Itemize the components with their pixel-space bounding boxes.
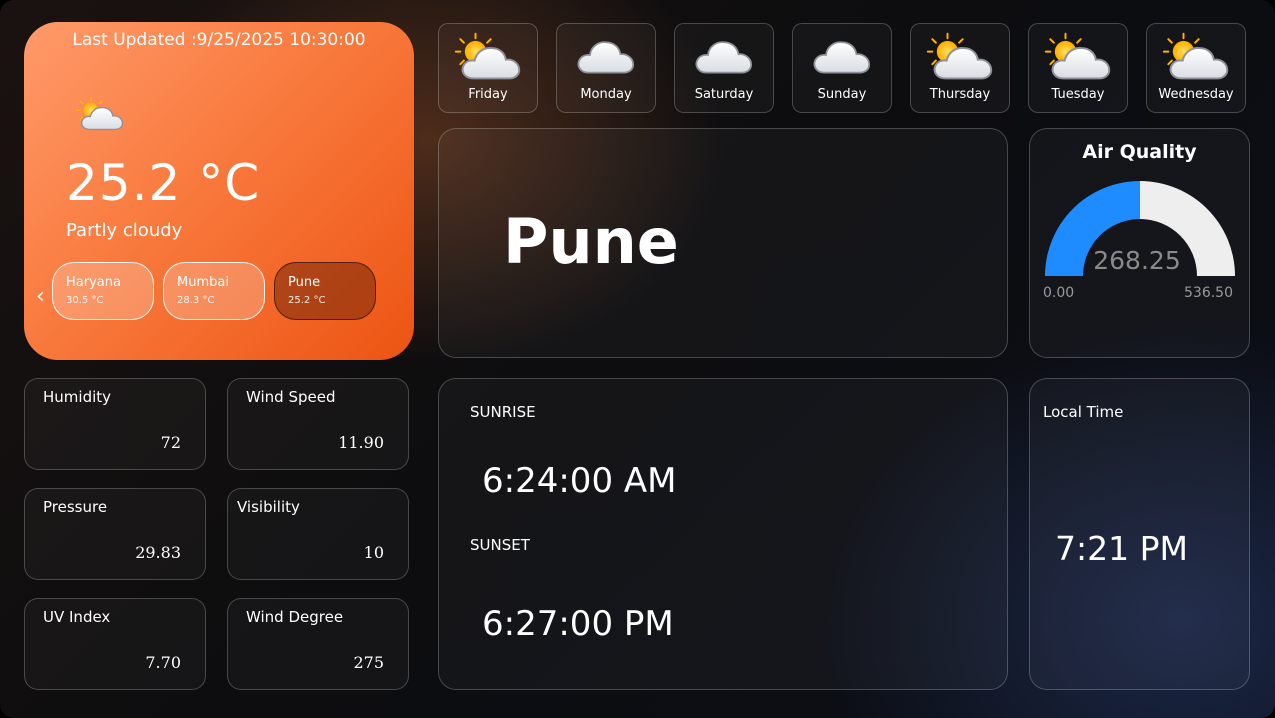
forecast-day-tuesday[interactable]: Tuesday — [1028, 23, 1128, 113]
city-pill-temp: 25.2 °C — [288, 295, 326, 306]
forecast-day-monday[interactable]: Monday — [556, 23, 656, 113]
current-condition: Partly cloudy — [66, 220, 183, 241]
stat-label: UV Index — [43, 608, 111, 626]
sunrise-time: 6:24:00 AM — [482, 461, 677, 501]
wind-speed-card: Wind Speed 11.90 — [227, 378, 409, 470]
sunrise-sunset-card: SUNRISE 6:24:00 AM SUNSET 6:27:00 PM — [438, 378, 1008, 690]
city-pill-temp: 30.5 °C — [66, 295, 104, 306]
gauge-min: 0.00 — [1043, 285, 1074, 301]
city-pill-mumbai[interactable]: Mumbai 28.3 °C — [163, 262, 265, 320]
stat-label: Humidity — [43, 388, 112, 406]
forecast-day-name: Sunday — [817, 87, 867, 102]
current-temperature: 25.2 °C — [66, 154, 261, 212]
forecast-day-name: Monday — [580, 87, 632, 102]
city-pill-name: Mumbai — [177, 275, 229, 290]
partly-cloudy-icon — [1160, 32, 1232, 82]
wind-degree-card: Wind Degree 275 — [227, 598, 409, 690]
forecast-day-friday[interactable]: Friday — [438, 23, 538, 113]
current-weather-card: Last Updated :9/25/2025 10:30:00 25.2 °C… — [24, 22, 414, 360]
partly-cloudy-icon — [74, 96, 126, 132]
stat-value: 11.90 — [338, 433, 384, 452]
forecast-day-name: Friday — [468, 87, 508, 102]
stat-value: 7.70 — [145, 653, 181, 672]
forecast-day-name: Tuesday — [1051, 87, 1105, 102]
city-pill-temp: 28.3 °C — [177, 295, 215, 306]
city-pill-haryana[interactable]: Haryana 30.5 °C — [52, 262, 154, 320]
air-quality-gauge: 268.25 0.00 536.50 — [1043, 181, 1235, 301]
visibility-card: Visibility 10 — [227, 488, 409, 580]
cloud-icon — [810, 32, 874, 78]
stat-label: Pressure — [43, 498, 108, 516]
chevron-left-icon[interactable]: ‹ — [36, 284, 45, 309]
pressure-card: Pressure 29.83 — [24, 488, 206, 580]
forecast-day-thursday[interactable]: Thursday — [910, 23, 1010, 113]
stat-label: Wind Degree — [246, 608, 344, 626]
uv-index-card: UV Index 7.70 — [24, 598, 206, 690]
stat-value: 72 — [160, 433, 181, 452]
forecast-day-wednesday[interactable]: Wednesday — [1146, 23, 1246, 113]
partly-cloudy-icon — [1042, 32, 1114, 82]
air-quality-title: Air Quality — [1082, 141, 1197, 163]
cloud-icon — [692, 32, 756, 78]
sunset-time: 6:27:00 PM — [482, 604, 674, 644]
stat-label: Visibility — [237, 498, 300, 516]
sunrise-label: SUNRISE — [470, 403, 536, 421]
city-pill-name: Haryana — [66, 275, 121, 290]
forecast-day-name: Wednesday — [1158, 87, 1234, 102]
stat-value: 10 — [363, 543, 384, 562]
forecast-day-name: Thursday — [929, 87, 991, 102]
city-card: Pune — [438, 128, 1008, 358]
humidity-card: Humidity 72 — [24, 378, 206, 470]
stat-value: 275 — [353, 653, 384, 672]
forecast-day-name: Saturday — [694, 87, 754, 102]
partly-cloudy-icon — [452, 32, 524, 82]
gauge-max: 536.50 — [1184, 285, 1233, 301]
cloud-icon — [574, 32, 638, 78]
local-time-label: Local Time — [1043, 403, 1124, 421]
stat-value: 29.83 — [135, 543, 181, 562]
weather-dashboard: Last Updated :9/25/2025 10:30:00 25.2 °C… — [0, 0, 1275, 718]
air-quality-card: Air Quality 268.25 0.00 536.50 — [1029, 128, 1250, 358]
local-time-card: Local Time 7:21 PM — [1029, 378, 1250, 690]
city-name: Pune — [503, 205, 679, 278]
local-time-value: 7:21 PM — [1055, 529, 1188, 568]
last-updated: Last Updated :9/25/2025 10:30:00 — [72, 30, 366, 50]
gauge-value: 268.25 — [1093, 246, 1180, 275]
city-pill-pune[interactable]: Pune 25.2 °C — [274, 262, 376, 320]
city-pill-name: Pune — [288, 275, 321, 290]
sunset-label: SUNSET — [470, 536, 530, 554]
forecast-day-saturday[interactable]: Saturday — [674, 23, 774, 113]
forecast-day-sunday[interactable]: Sunday — [792, 23, 892, 113]
stat-label: Wind Speed — [246, 388, 336, 406]
partly-cloudy-icon — [924, 32, 996, 82]
